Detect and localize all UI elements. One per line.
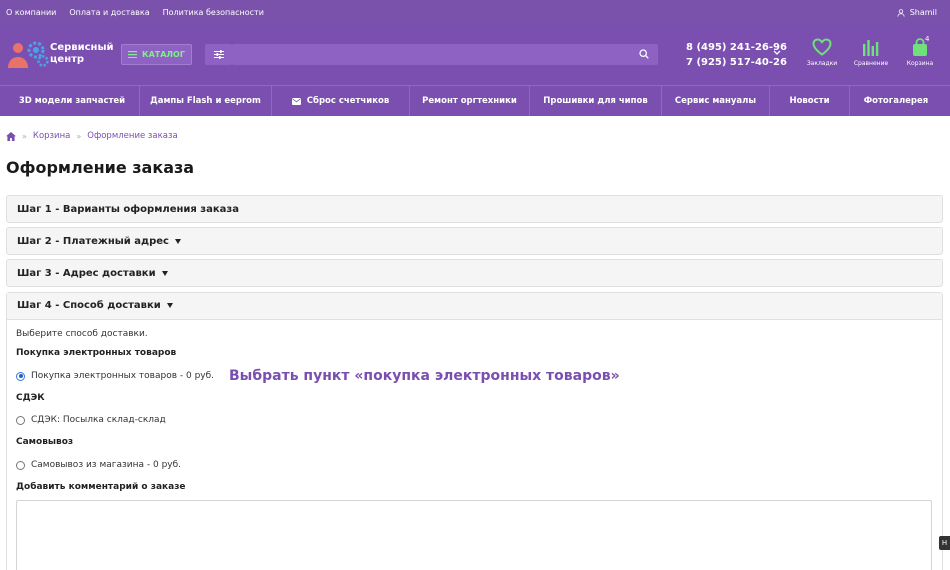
header: Сервисный центр КАТАЛОГ 8 (495) 241-26-9… [0,24,950,85]
breadcrumb-cart[interactable]: Корзина [33,131,70,141]
shipping-option-pickup-label: Самовывоз из магазина - 0 руб. [31,460,182,470]
step-4-header[interactable]: Шаг 4 - Способ доставки [7,293,942,320]
nav-item-counter-reset[interactable]: Сброс счетчиков [271,86,409,116]
nav-item-label: Дампы Flash и eeprom [150,96,261,106]
user-menu[interactable]: Shamil [897,8,937,17]
shipping-option-cdek[interactable]: СДЭК: Посылка склад-склад [16,415,166,425]
breadcrumb: » Корзина » Оформление заказа [6,131,178,141]
wishlist-button[interactable]: Закладки [797,38,847,67]
top-link-about[interactable]: О компании [6,8,56,17]
logo-line-1: Сервисный [50,42,114,53]
side-tab[interactable]: Н [939,536,950,550]
nav-item-label: 3D модели запчастей [18,96,126,106]
shipping-option-cdek-label: СДЭК: Посылка склад-склад [31,415,166,425]
search-icon[interactable] [639,49,649,59]
caret-down-icon [166,303,173,308]
cart-label: Корзина [906,60,934,67]
nav-item-label: Прошивки для чипов [543,96,648,106]
phone-1[interactable]: 8 (495) 241-26-96 [686,40,787,55]
filter-button[interactable] [205,44,232,65]
shipping-group-electronic: Покупка электронных товаров [16,348,177,358]
shipping-option-electronic-label: Покупка электронных товаров - 0 руб. [31,371,215,381]
nav-item-label: Сброс счетчиков [306,96,390,106]
cart-count-badge: 4 [925,35,930,43]
nav-item-dumps[interactable]: Дампы Flash и eeprom [139,86,271,116]
step-1-panel[interactable]: Шаг 1 - Варианты оформления заказа [6,195,943,223]
shipping-intro: Выберите способ доставки. [16,329,148,339]
breadcrumb-current[interactable]: Оформление заказа [87,131,177,141]
step-2-label: Шаг 2 - Платежный адрес [17,236,169,247]
comment-label: Добавить комментарий о заказе [16,482,186,492]
nav-item-label: Сервис мануалы [674,96,757,106]
chevron-down-icon[interactable] [773,50,781,56]
heart-icon [812,38,832,56]
user-name: Shamil [909,8,937,17]
wishlist-label: Закладки [806,60,838,67]
cart-button[interactable]: 4 Корзина [895,35,945,67]
nav-item-label: Новости [789,96,830,106]
envelope-icon [291,97,301,105]
step-2-title: Шаг 2 - Платежный адрес [17,236,181,247]
top-links: О компании Оплата и доставка Политика бе… [6,8,264,17]
step-1-title: Шаг 1 - Варианты оформления заказа [17,204,239,215]
bar-chart-icon [863,40,879,56]
breadcrumb-separator: » [76,131,82,141]
main-nav: 3D модели запчастей Дампы Flash и eeprom… [0,85,950,116]
menu-icon [128,51,138,58]
step-4-label: Шаг 4 - Способ доставки [17,300,161,311]
logo-text: Сервисный центр [50,42,114,66]
step-1-label: Шаг 1 - Варианты оформления заказа [17,204,239,215]
shipping-group-cdek: СДЭК [16,393,45,403]
phone-numbers: 8 (495) 241-26-96 7 (925) 517-40-26 [686,40,787,70]
logo[interactable]: Сервисный центр [6,38,114,72]
logo-line-2: центр [50,54,85,65]
caret-down-icon [161,271,168,276]
catalog-label: КАТАЛОГ [142,50,185,59]
step-2-panel[interactable]: Шаг 2 - Платежный адрес [6,227,943,255]
caret-down-icon [174,239,181,244]
step-3-title: Шаг 3 - Адрес доставки [17,268,168,279]
compare-label: Сравнение [853,60,889,67]
nav-item-firmware[interactable]: Прошивки для чипов [529,86,661,116]
shipping-group-pickup: Самовывоз [16,437,74,447]
step-4-title: Шаг 4 - Способ доставки [17,300,173,311]
top-bar: О компании Оплата и доставка Политика бе… [0,0,950,24]
nav-item-repair[interactable]: Ремонт оргтехники [409,86,529,116]
nav-item-3d-models[interactable]: 3D модели запчастей [5,86,139,116]
shipping-option-pickup[interactable]: Самовывоз из магазина - 0 руб. [16,460,181,470]
home-icon[interactable] [6,131,16,141]
nav-item-manuals[interactable]: Сервис мануалы [661,86,769,116]
radio-cdek[interactable] [16,415,25,425]
shipping-option-electronic[interactable]: Покупка электронных товаров - 0 руб. [16,371,214,381]
step-3-label: Шаг 3 - Адрес доставки [17,268,156,279]
search-bar [232,44,658,68]
compare-button[interactable]: Сравнение [846,38,896,67]
page-title: Оформление заказа [6,158,195,177]
radio-pickup[interactable] [16,460,25,470]
user-icon [897,8,905,17]
logo-icon [8,41,49,68]
search-input[interactable] [232,46,658,68]
nav-item-label: Ремонт оргтехники [422,96,517,106]
nav-item-news[interactable]: Новости [769,86,849,116]
nav-item-gallery[interactable]: Фотогалерея [849,86,942,116]
breadcrumb-separator: » [22,131,27,141]
step-3-panel[interactable]: Шаг 3 - Адрес доставки [6,259,943,287]
top-link-privacy[interactable]: Политика безопасности [163,8,264,17]
sliders-icon [213,50,224,59]
nav-item-label: Фотогалерея [863,96,929,106]
radio-electronic[interactable] [16,371,25,381]
phone-2[interactable]: 7 (925) 517-40-26 [686,55,787,70]
comment-textarea[interactable] [16,500,932,570]
top-link-payment[interactable]: Оплата и доставка [69,8,149,17]
catalog-button[interactable]: КАТАЛОГ [121,44,192,65]
instruction-annotation: Выбрать пункт «покупка электронных товар… [229,368,620,384]
